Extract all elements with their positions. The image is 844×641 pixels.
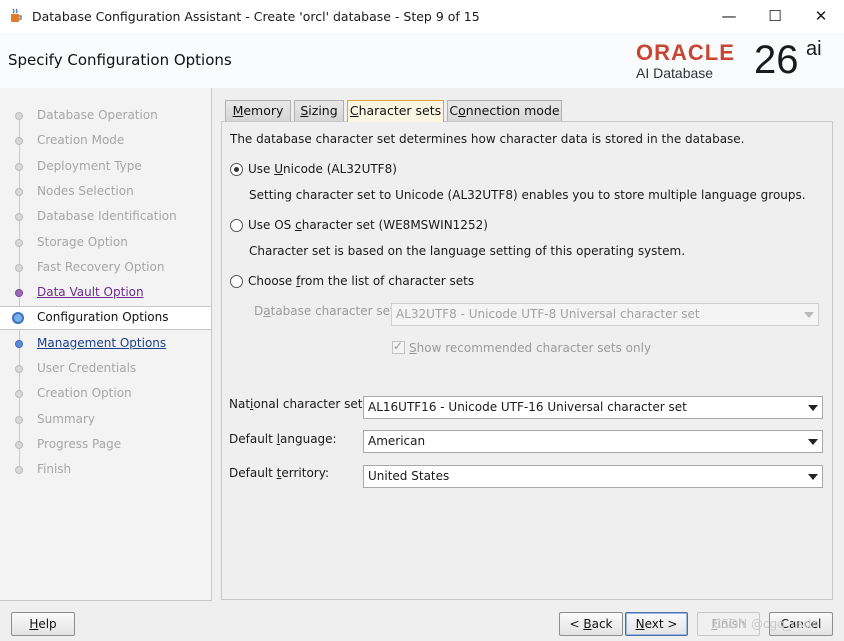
sidebar-item-label: Creation Mode xyxy=(37,133,125,148)
show-recommended-label: Show recommended character sets only xyxy=(409,341,652,355)
sidebar-item-label: Summary xyxy=(37,411,95,426)
unicode-radio-label[interactable]: Use Unicode (AL32UTF8) xyxy=(248,162,397,176)
sidebar-item-label: Configuration Options xyxy=(37,310,169,325)
sidebar-item-label: Database Identification xyxy=(37,209,177,224)
chevron-down-icon xyxy=(804,312,814,318)
tab-character-sets[interactable]: Character sets xyxy=(347,100,444,122)
chevron-down-icon xyxy=(808,439,818,445)
sidebar-item-summary: Summary xyxy=(0,408,211,432)
sidebar-item-label: Fast Recovery Option xyxy=(37,259,165,274)
watermark: CSDN @cgq_csdn xyxy=(713,617,819,631)
step-marker-icon xyxy=(15,415,23,424)
chevron-down-icon xyxy=(808,405,818,411)
sidebar-item-database-operation: Database Operation xyxy=(0,104,211,128)
sidebar-item-label: Database Operation xyxy=(37,108,158,122)
sidebar-item-database-identification: Database Identification xyxy=(0,205,211,229)
step-marker-icon xyxy=(15,137,23,146)
unicode-radio[interactable] xyxy=(230,163,243,176)
step-marker-icon xyxy=(15,112,23,120)
step-marker-icon xyxy=(15,289,23,298)
os-charset-radio[interactable] xyxy=(230,219,243,232)
page-title: Specify Configuration Options xyxy=(8,51,232,69)
java-coffee-cup-icon xyxy=(11,8,22,22)
sidebar-item-fast-recovery-option: Fast Recovery Option xyxy=(0,256,211,280)
sidebar-item-deployment-type: Deployment Type xyxy=(0,155,211,179)
sidebar-item-user-credentials: User Credentials xyxy=(0,357,211,381)
sidebar-item-label: Creation Option xyxy=(37,386,132,401)
charset-list-radio[interactable] xyxy=(230,275,243,288)
unicode-description: Setting character set to Unicode (AL32UT… xyxy=(249,188,806,202)
step-marker-icon xyxy=(12,312,24,325)
sidebar-item-label: Finish xyxy=(37,462,72,477)
sidebar-item-creation-option: Creation Option xyxy=(0,382,211,406)
sidebar-item-label: Storage Option xyxy=(37,234,128,249)
step-marker-icon xyxy=(15,213,23,222)
national-charset-select[interactable]: AL16UTF16 - Unicode UTF-16 Universal cha… xyxy=(363,396,823,419)
sidebar-item-progress-page: Progress Page xyxy=(0,433,211,457)
logo-product: AI Database xyxy=(636,65,714,81)
step-marker-icon xyxy=(15,339,23,348)
db-charset-label: Database character set: xyxy=(254,304,399,318)
show-recommended-checkbox xyxy=(392,339,405,354)
next-button[interactable]: Next > xyxy=(625,612,688,636)
default-territory-select[interactable]: United States xyxy=(363,465,823,488)
charset-intro-text: The database character set determines ho… xyxy=(230,132,745,146)
sidebar-item-finish: Finish xyxy=(0,458,211,482)
sidebar-item-storage-option: Storage Option xyxy=(0,231,211,255)
tab-memory[interactable]: Memory xyxy=(225,100,291,121)
back-button[interactable]: < Back xyxy=(559,612,623,636)
window-title: Database Configuration Assistant - Creat… xyxy=(32,9,480,24)
db-charset-select: AL32UTF8 - Unicode UTF-8 Universal chara… xyxy=(391,303,819,326)
os-charset-radio-label[interactable]: Use OS character set (WE8MSWIN1252) xyxy=(248,218,488,232)
maximize-button[interactable]: ☐ xyxy=(752,0,798,33)
sidebar-item-configuration-options[interactable]: Configuration Options xyxy=(0,306,211,331)
step-marker-icon xyxy=(15,440,23,449)
default-language-select[interactable]: American xyxy=(363,430,823,453)
sidebar-item-management-options[interactable]: Management Options xyxy=(0,332,211,356)
charset-list-radio-label[interactable]: Choose from the list of character sets xyxy=(248,274,474,288)
national-charset-value: AL16UTF16 - Unicode UTF-16 Universal cha… xyxy=(368,400,687,414)
sidebar-item-label: Management Options xyxy=(37,335,167,350)
sidebar-item-label: Nodes Selection xyxy=(37,183,134,198)
tab-connection-mode[interactable]: Connection mode xyxy=(447,100,562,121)
db-charset-value: AL32UTF8 - Unicode UTF-8 Universal chara… xyxy=(396,307,700,321)
title-bar: Database Configuration Assistant - Creat… xyxy=(0,0,844,33)
close-button[interactable]: ✕ xyxy=(798,0,844,33)
os-charset-description: Character set is based on the language s… xyxy=(249,244,686,258)
step-marker-icon xyxy=(15,238,23,247)
sidebar-item-label: Progress Page xyxy=(37,436,122,451)
default-territory-value: United States xyxy=(368,469,450,483)
step-marker-icon xyxy=(15,390,23,399)
default-territory-label: Default territory: xyxy=(229,466,330,480)
step-marker-icon xyxy=(15,263,23,272)
sidebar-item-data-vault-option[interactable]: Data Vault Option xyxy=(0,281,211,305)
step-marker-icon xyxy=(15,466,23,475)
sidebar-item-label: User Credentials xyxy=(37,361,137,375)
sidebar-item-nodes-selection: Nodes Selection xyxy=(0,180,211,204)
national-charset-label: National character set: xyxy=(229,397,367,411)
step-marker-icon xyxy=(15,187,23,196)
default-language-label: Default language: xyxy=(229,432,337,446)
step-marker-icon xyxy=(15,162,23,171)
oracle-logo: ORACLE AI Database 26 ai xyxy=(636,36,836,86)
page-header: Specify Configuration Options ORACLE AI … xyxy=(0,33,844,89)
sidebar-item-label: Data Vault Option xyxy=(37,285,144,300)
logo-version-number: 26 xyxy=(754,38,799,82)
chevron-down-icon xyxy=(808,474,818,480)
sidebar-item-creation-mode: Creation Mode xyxy=(0,129,211,153)
tab-sizing[interactable]: Sizing xyxy=(294,100,344,121)
sidebar-item-label: Deployment Type xyxy=(37,158,142,173)
step-marker-icon xyxy=(15,365,23,373)
logo-brand: ORACLE xyxy=(636,40,735,65)
default-language-value: American xyxy=(368,434,426,448)
help-button[interactable]: Help xyxy=(11,612,75,636)
logo-version-suffix: ai xyxy=(806,38,822,60)
minimize-button[interactable]: — xyxy=(706,0,752,33)
